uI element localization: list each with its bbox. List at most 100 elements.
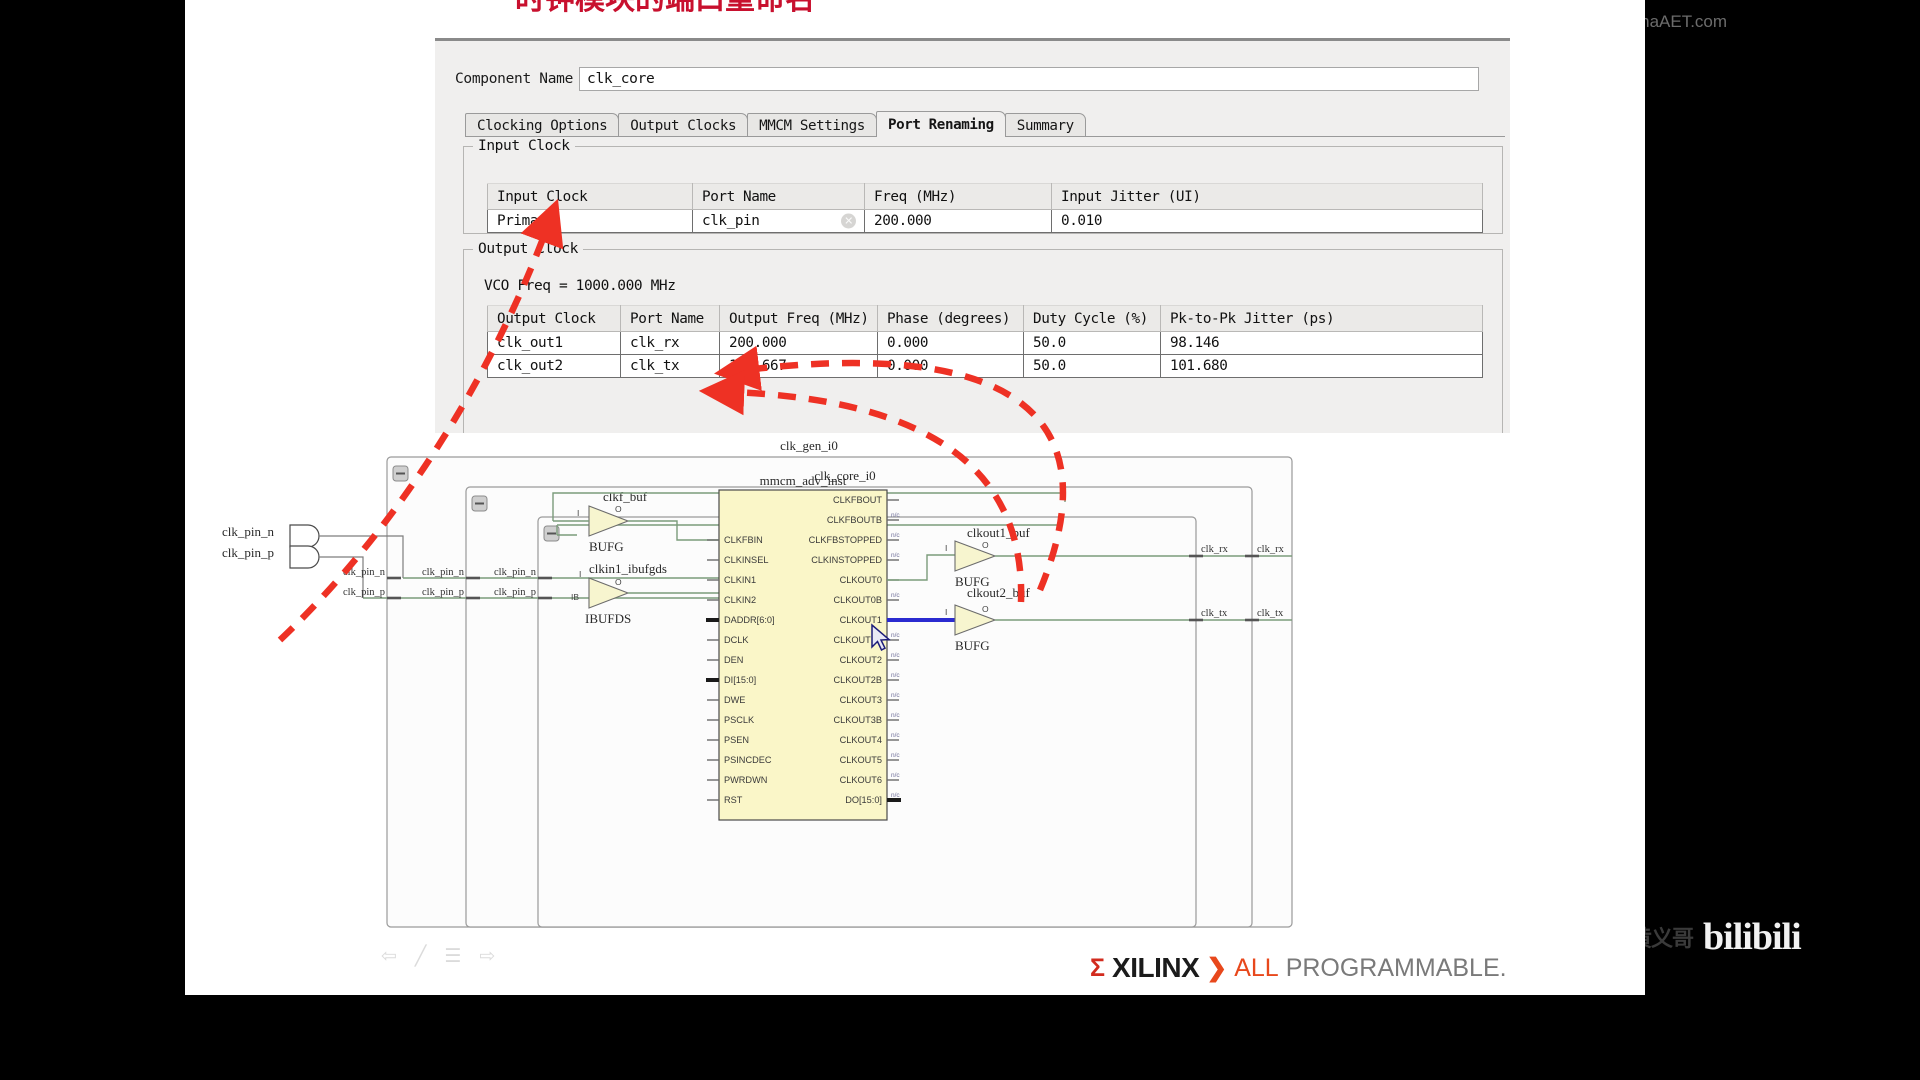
svg-text:CLKFBIN: CLKFBIN: [724, 535, 763, 545]
svg-text:I: I: [945, 607, 947, 617]
menu-icon[interactable]: ☰: [444, 945, 461, 968]
xilinx-tagline-all: ALL: [1234, 953, 1279, 982]
svg-text:n/c: n/c: [891, 772, 900, 779]
net-label: clk_pin_n: [422, 567, 465, 578]
slide-nav-icons[interactable]: ⇦ ╱ ☰ ⇨: [381, 945, 495, 968]
cell-output-clock: clk_out1: [487, 331, 621, 355]
cell-duty: 50.0: [1023, 354, 1161, 378]
tab-mmcm-settings[interactable]: MMCM Settings: [747, 113, 877, 137]
svg-text:DEN: DEN: [724, 655, 743, 665]
svg-text:DADDR[6:0]: DADDR[6:0]: [724, 615, 775, 625]
table-row[interactable]: Primary clk_pin ✕ 200.000 0.010: [487, 209, 1483, 233]
buffer-label-clkin1-ibufgds: clkin1_ibufgds: [589, 561, 667, 576]
slide-title-text: 时钟模块的端口重命名: [515, 0, 815, 14]
net-label: clk_tx: [1257, 608, 1284, 619]
cell-input-jitter: 0.010: [1051, 209, 1483, 233]
svg-text:DO[15:0]: DO[15:0]: [845, 795, 882, 805]
input-clock-group: Input Clock Input Clock Port Name Freq (…: [463, 138, 1503, 234]
xilinx-tagline-programmable: PROGRAMMABLE.: [1285, 953, 1507, 982]
tab-output-clocks[interactable]: Output Clocks: [618, 113, 749, 137]
col-phase: Phase (degrees): [877, 305, 1024, 332]
svg-text:O: O: [615, 504, 622, 514]
cell-port-name[interactable]: clk_pin ✕: [692, 209, 865, 233]
port-shape-clk-pin-p: [289, 545, 320, 569]
svg-text:CLKIN2: CLKIN2: [724, 595, 756, 605]
wizard-tab-bar: Clocking Options Output Clocks MMCM Sett…: [465, 111, 1505, 137]
table-row[interactable]: clk_out1 clk_rx 200.000 0.000 50.0 98.14…: [487, 331, 1483, 355]
table-row[interactable]: clk_out2 clk_tx 166.667 0.000 50.0 101.6…: [487, 354, 1483, 378]
next-arrow-icon[interactable]: ⇨: [479, 945, 495, 968]
tab-summary[interactable]: Summary: [1004, 113, 1086, 137]
svg-text:O: O: [982, 604, 989, 614]
xilinx-sigma-icon: Σ: [1090, 953, 1106, 982]
port-label-clk-pin-n: clk_pin_n: [222, 524, 274, 539]
xilinx-wordmark: XILINX: [1112, 952, 1200, 983]
svg-text:n/c: n/c: [891, 632, 900, 639]
col-freq: Freq (MHz): [864, 183, 1052, 210]
tab-clocking-options[interactable]: Clocking Options: [465, 113, 620, 137]
cell-input-clock: Primary: [487, 209, 693, 233]
svg-text:I: I: [577, 508, 579, 518]
svg-text:CLKOUT4: CLKOUT4: [840, 735, 882, 745]
svg-text:CLKOUT0: CLKOUT0: [840, 575, 882, 585]
xilinx-brand-logo: Σ XILINX ❯ ALL PROGRAMMABLE.: [1090, 952, 1507, 984]
svg-text:CLKFBSTOPPED: CLKFBSTOPPED: [809, 535, 883, 545]
buffer-label-clkout1-buf: clkout1_buf: [967, 525, 1030, 540]
svg-text:IB: IB: [571, 592, 579, 602]
input-clock-table: Input Clock Port Name Freq (MHz) Input J…: [487, 183, 1483, 233]
svg-text:n/c: n/c: [891, 712, 900, 719]
screenshot-root: AET www.ChinaAET.com 黄义哥 bilibili 时钟模块的端…: [0, 0, 1920, 1080]
svg-text:n/c: n/c: [891, 512, 900, 519]
block-label-clk-gen: clk_gen_i0: [780, 438, 838, 453]
svg-text:CLKINSEL: CLKINSEL: [724, 555, 768, 565]
net-label: clk_pin_n: [343, 567, 386, 578]
col-input-jitter: Input Jitter (UI): [1051, 183, 1483, 210]
clocking-wizard-dialog: Component Name clk_core Clocking Options…: [435, 38, 1510, 433]
svg-text:n/c: n/c: [891, 652, 900, 659]
net-label: clk_pin_p: [494, 587, 536, 598]
col-pk-jitter: Pk-to-Pk Jitter (ps): [1160, 305, 1483, 332]
component-name-input[interactable]: clk_core: [579, 67, 1480, 91]
vco-freq-label: VCO Freq = 1000.000 MHz: [484, 278, 676, 294]
clear-icon[interactable]: ✕: [841, 213, 856, 229]
slide-title-cropped: 时钟模块的端口重命名: [185, 0, 1645, 14]
cell-port-name[interactable]: clk_tx: [620, 354, 720, 378]
port-label-clk-pin-p: clk_pin_p: [222, 545, 274, 560]
schematic-viewer[interactable]: .blk { fill:#fcfcfc; stroke:#9a9a9a; str…: [185, 430, 1645, 930]
svg-text:RST: RST: [724, 795, 743, 805]
input-clock-group-title: Input Clock: [473, 138, 575, 154]
watermark-bilibili: 黄义哥 bilibili: [1630, 915, 1802, 959]
col-port-name: Port Name: [620, 305, 720, 332]
svg-text:n/c: n/c: [891, 792, 900, 799]
output-clock-group-title: Output Clock: [473, 241, 583, 257]
svg-text:CLKOUT3: CLKOUT3: [840, 695, 882, 705]
svg-text:O: O: [982, 540, 989, 550]
cell-output-clock: clk_out2: [487, 354, 621, 378]
cell-jitter: 101.680: [1160, 354, 1483, 378]
svg-text:n/c: n/c: [891, 592, 900, 599]
svg-text:CLKOUT2B: CLKOUT2B: [833, 675, 882, 685]
svg-text:CLKOUT3B: CLKOUT3B: [833, 715, 882, 725]
tab-port-renaming[interactable]: Port Renaming: [875, 111, 1006, 137]
output-clock-table: Output Clock Port Name Output Freq (MHz)…: [487, 305, 1483, 378]
pen-icon[interactable]: ╱: [415, 945, 426, 968]
xilinx-arrow-icon: ❯: [1206, 954, 1228, 982]
cell-port-name[interactable]: clk_rx: [620, 331, 720, 355]
table-header-row: Input Clock Port Name Freq (MHz) Input J…: [487, 183, 1483, 210]
svg-text:PWRDWN: PWRDWN: [724, 775, 767, 785]
svg-text:n/c: n/c: [891, 692, 900, 699]
cell-phase: 0.000: [877, 331, 1024, 355]
output-clock-group: Output Clock VCO Freq = 1000.000 MHz Out…: [463, 241, 1503, 433]
svg-text:CLKOUT1: CLKOUT1: [840, 615, 882, 625]
svg-text:n/c: n/c: [891, 552, 900, 559]
svg-text:CLKIN1: CLKIN1: [724, 575, 756, 585]
component-name-row: Component Name clk_core: [455, 67, 1480, 91]
prev-arrow-icon[interactable]: ⇦: [381, 945, 397, 968]
svg-text:n/c: n/c: [891, 532, 900, 539]
cell-output-freq: 166.667: [719, 354, 878, 378]
component-name-label: Component Name: [455, 71, 574, 87]
svg-text:DI[15:0]: DI[15:0]: [724, 675, 756, 685]
net-label: clk_tx: [1201, 608, 1228, 619]
buffer-type-bufg-2: BUFG: [955, 638, 990, 653]
buffer-label-clkout2-buf: clkout2_buf: [967, 585, 1030, 600]
